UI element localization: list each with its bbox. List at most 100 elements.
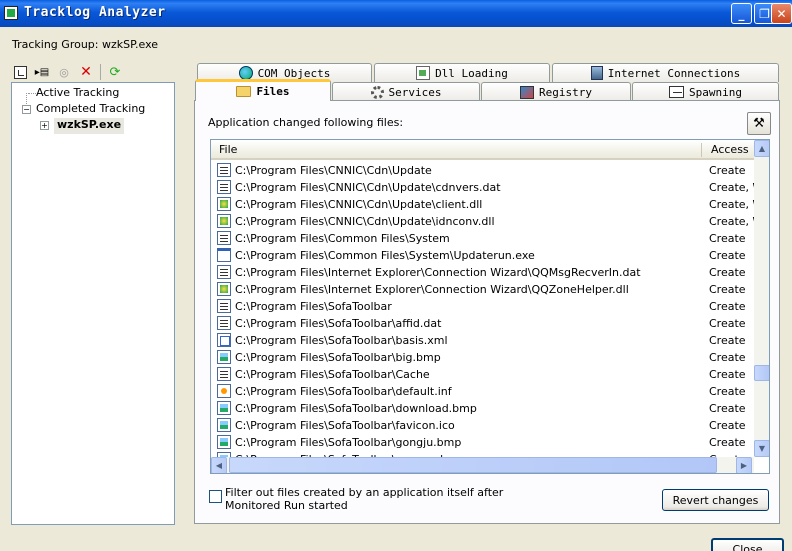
scroll-thumb[interactable] <box>754 365 769 381</box>
column-divider[interactable] <box>701 143 702 157</box>
bmp-file-icon <box>217 350 231 364</box>
stop-icon: ◎ <box>59 65 69 79</box>
xml-file-icon <box>217 333 231 347</box>
inf-file-icon <box>217 384 231 398</box>
table-row[interactable]: C:\Program Files\SofaToolbar\download.bm… <box>215 400 750 417</box>
column-header-access[interactable]: Access <box>711 143 749 156</box>
tab-label: Files <box>256 85 290 98</box>
table-row[interactable]: C:\Program Files\Internet Explorer\Conne… <box>215 264 750 281</box>
tab-services[interactable]: Services <box>332 82 480 101</box>
vertical-scrollbar[interactable]: ▲ ▼ <box>754 140 769 457</box>
expand-toggle[interactable]: + <box>40 121 49 130</box>
table-row[interactable]: C:\Program Files\Common Files\System Crea… <box>215 230 750 247</box>
file-path: C:\Program Files\SofaToolbar\big.bmp <box>235 351 441 364</box>
delete-icon: ✕ <box>80 64 92 80</box>
refresh-icon: ⟳ <box>109 64 121 80</box>
tab-dll-loading[interactable]: Dll Loading <box>374 63 550 82</box>
table-row[interactable]: C:\Program Files\SofaToolbar\favicon.ico… <box>215 417 750 434</box>
file-path: C:\Program Files\CNNIC\Cdn\Update <box>235 164 432 177</box>
close-button[interactable]: Close <box>711 538 784 551</box>
tracking-tree[interactable]: Active Tracking − Completed Tracking + w… <box>11 82 175 525</box>
files-list[interactable]: File Access C:\Program Files\CNNIC\Cdn\U… <box>210 139 770 474</box>
bmp-file-icon <box>217 435 231 449</box>
file-access: Create <box>709 283 746 296</box>
column-header-file[interactable]: File <box>219 143 237 156</box>
minimize-button[interactable]: _ <box>731 3 752 24</box>
table-row[interactable]: C:\Program Files\CNNIC\Cdn\Update\cdnver… <box>215 179 755 196</box>
file-access: Create <box>709 232 746 245</box>
filter-checkbox[interactable] <box>209 490 222 503</box>
scroll-right-arrow[interactable]: ▶ <box>736 457 752 473</box>
table-row[interactable]: C:\Program Files\SofaToolbar\big.bmp Crea… <box>215 349 750 366</box>
file-path: C:\Program Files\SofaToolbar\gongju.bmp <box>235 436 462 449</box>
scroll-up-arrow[interactable]: ▲ <box>754 140 769 157</box>
file-access: Create <box>709 351 746 364</box>
table-row[interactable]: C:\Program Files\Internet Explorer\Conne… <box>215 281 750 298</box>
window-title: Tracklog Analyzer <box>24 5 166 20</box>
table-row[interactable]: C:\Program Files\CNNIC\Cdn\Update\idncon… <box>215 213 755 230</box>
tab-label: Registry <box>539 85 592 99</box>
list-header: File Access <box>211 140 754 160</box>
file-path: C:\Program Files\CNNIC\Cdn\Update\cdnver… <box>235 181 501 194</box>
tab-files[interactable]: Files <box>195 79 331 101</box>
file-access: Create <box>709 436 746 449</box>
title-bar[interactable]: Tracklog Analyzer _ ❐ ✕ <box>0 0 792 27</box>
file-path: C:\Program Files\CNNIC\Cdn\Update\idncon… <box>235 215 495 228</box>
tree-node-active-tracking[interactable]: Active Tracking <box>36 86 119 102</box>
h-scroll-thumb[interactable] <box>229 457 717 473</box>
close-window-button[interactable]: ✕ <box>771 3 792 24</box>
table-row[interactable]: C:\Program Files\Common Files\System\Upd… <box>215 247 750 264</box>
collapse-toggle[interactable]: − <box>22 105 31 114</box>
tab-label: Services <box>388 85 442 99</box>
horizontal-scrollbar[interactable]: ◀ ▶ <box>211 457 754 473</box>
table-row[interactable]: C:\Program Files\SofaToolbar\affid.dat Cr… <box>215 315 750 332</box>
table-row[interactable]: C:\Program Files\CNNIC\Cdn\Update\client… <box>215 196 755 213</box>
table-row[interactable]: C:\Program Files\SofaToolbar\default.inf… <box>215 383 750 400</box>
folder-file-icon <box>217 163 231 177</box>
delete-button[interactable]: ✕ <box>78 64 94 80</box>
tab-registry[interactable]: Registry <box>481 82 631 101</box>
bmp-file-icon <box>217 418 231 432</box>
table-row[interactable]: C:\Program Files\SofaToolbar\gongju.bmp C… <box>215 434 750 451</box>
tab-internet-connections[interactable]: Internet Connections <box>552 63 779 82</box>
file-path: C:\Program Files\Internet Explorer\Conne… <box>235 266 641 279</box>
tools-button[interactable]: ⚒ <box>747 112 771 135</box>
tree-node-completed-tracking[interactable]: Completed Tracking <box>36 102 145 118</box>
scroll-down-arrow[interactable]: ▼ <box>754 440 769 457</box>
tree-view-button[interactable] <box>12 64 28 80</box>
table-row[interactable]: C:\Program Files\SofaToolbar\basis.xml Cr… <box>215 332 750 349</box>
tracking-group-label: Tracking Group: <box>12 38 99 51</box>
gear-icon <box>370 85 384 99</box>
toolbar-separator <box>100 64 101 80</box>
tracking-group-value: wzkSP.exe <box>102 38 159 51</box>
stop-button[interactable]: ◎ <box>56 64 72 80</box>
run-icon: ▸▤ <box>34 66 50 78</box>
app-icon <box>4 6 18 20</box>
table-row[interactable]: C:\Program Files\SofaToolbar Create <box>215 298 750 315</box>
file-path: C:\Program Files\SofaToolbar\default.inf <box>235 385 452 398</box>
tree-node-wzksp[interactable]: wzkSP.exe <box>54 118 125 134</box>
file-path: C:\Program Files\CNNIC\Cdn\Update\client… <box>235 198 483 211</box>
file-access: Create <box>709 249 746 262</box>
file-access: Create <box>709 266 746 279</box>
dll-file-icon <box>217 282 231 296</box>
table-row[interactable]: C:\Program Files\SofaToolbar\Cache Create <box>215 366 750 383</box>
revert-changes-button[interactable]: Revert changes <box>662 489 769 511</box>
file-path: C:\Program Files\SofaToolbar\affid.dat <box>235 317 442 330</box>
file-access: Create <box>709 368 746 381</box>
scroll-left-arrow[interactable]: ◀ <box>211 457 227 473</box>
globe-icon <box>238 66 253 80</box>
dll-icon <box>416 66 431 80</box>
bmp-file-icon <box>217 401 231 415</box>
tab-label: Internet Connections <box>607 66 741 80</box>
exe-file-icon <box>217 248 231 262</box>
table-row[interactable]: C:\Program Files\CNNIC\Cdn\Update Create <box>215 162 750 179</box>
file-path: C:\Program Files\Common Files\System\Upd… <box>235 249 535 262</box>
tab-spawning[interactable]: Spawning <box>632 82 779 101</box>
dll-file-icon <box>217 214 231 228</box>
refresh-button[interactable]: ⟳ <box>107 64 123 80</box>
filter-label-line2: Monitored Run started <box>225 499 348 512</box>
filter-label-line1: Filter out files created by an applicati… <box>225 486 504 499</box>
run-button[interactable]: ▸▤ <box>34 64 50 80</box>
file-access: Create <box>709 402 746 415</box>
